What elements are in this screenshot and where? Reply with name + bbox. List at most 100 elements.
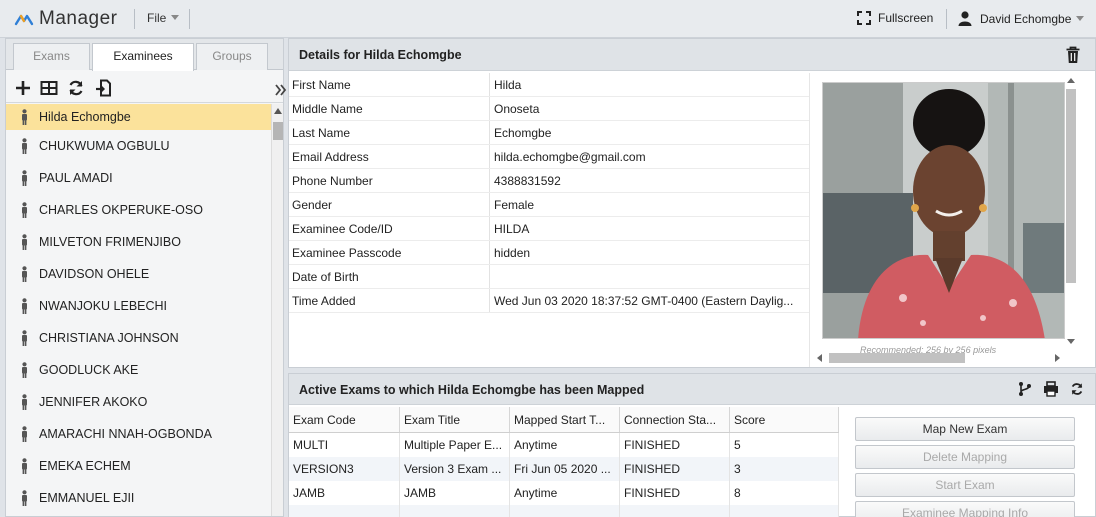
user-icon [958,11,972,26]
examinee-name: Hilda Echomgbe [39,110,131,124]
user-menu[interactable]: David Echomgbe [958,11,1085,26]
list-item[interactable]: PAUL AMADI [6,162,271,194]
scroll-down-icon[interactable] [1067,339,1075,344]
detail-row: Phone Number 4388831592 [289,169,809,193]
tab-bar: Exams Examinees Groups [6,39,283,71]
table-cell [289,505,400,517]
table-cell: FINISHED [620,481,730,505]
scroll-right-icon[interactable] [1055,354,1060,362]
chevron-down-icon [171,15,180,20]
branch-icon[interactable] [1017,381,1033,397]
details-title: Details for Hilda Echomgbe [299,48,462,62]
refresh-icon[interactable] [1069,381,1085,397]
app-title: Manager [39,8,118,29]
detail-label: Email Address [289,145,490,168]
examinee-name: AMARACHI NNAH-OGBONDA [39,427,212,441]
delete-mapping-button[interactable]: Delete Mapping [855,445,1075,469]
table-cell: Version 3 Exam ... [400,457,510,481]
add-icon[interactable] [13,78,33,98]
table-cell: JAMB [289,481,400,505]
examinees-panel: Exams Examinees Groups Hilda Echomgbe CHU… [5,38,287,517]
list-item[interactable]: NWANJOKU LEBECHI [6,290,271,322]
refresh-icon[interactable] [66,78,86,98]
scroll-left-icon[interactable] [817,354,822,362]
photo-area: Recommended: 256 by 256 pixels [809,73,1081,367]
active-exams-panel: Active Exams to which Hilda Echomgbe has… [288,373,1096,517]
table-cell [510,505,620,517]
list-item[interactable]: AMARACHI NNAH-OGBONDA [6,418,271,450]
table-cell: VERSION3 [289,457,400,481]
list-item[interactable]: DAVIDSON OHELE [6,258,271,290]
detail-value[interactable]: Onoseta [490,97,809,120]
detail-row: Examinee Passcode hidden [289,241,809,265]
column-header[interactable]: Mapped Start T... [510,407,620,432]
details-panel: Details for Hilda Echomgbe First Name Hil… [288,38,1096,368]
examinee-name: NWANJOKU LEBECHI [39,299,168,313]
print-icon[interactable] [1043,381,1059,397]
detail-row: Middle Name Onoseta [289,97,809,121]
tab-exams[interactable]: Exams [13,43,90,70]
column-header[interactable]: Exam Title [400,407,510,432]
tab-groups[interactable]: Groups [196,43,268,70]
table-cell: Fri Jun 05 2020 ... [510,457,620,481]
list-item[interactable]: JENNIFER AKOKO [6,386,271,418]
examinee-name: PAUL AMADI [39,171,113,185]
list-item[interactable]: CHRISTIANA JOHNSON [6,322,271,354]
detail-label: First Name [289,73,490,96]
list-item[interactable]: CHUKWUMA OGBULU [6,130,271,162]
detail-label: Examinee Passcode [289,241,490,264]
portrait-image [823,83,1064,338]
top-bar: Manager File Fullscreen David Echomgbe [0,0,1096,38]
exams-title: Active Exams to which Hilda Echomgbe has… [299,383,645,397]
detail-value[interactable] [490,265,809,288]
examinee-photo[interactable] [822,82,1065,339]
trash-icon[interactable] [1065,46,1081,64]
divider [189,9,190,29]
column-header[interactable]: Connection Sta... [620,407,730,432]
detail-value[interactable]: Hilda [490,73,809,96]
detail-value[interactable]: Female [490,193,809,216]
person-icon [22,266,27,282]
scroll-up-icon[interactable] [274,108,282,114]
column-header[interactable]: Score [730,407,839,432]
detail-row: Email Address hilda.echomgbe@gmail.com [289,145,809,169]
list-scrollbar[interactable] [271,104,283,516]
scroll-thumb[interactable] [829,353,965,363]
file-menu[interactable]: File [147,11,180,25]
tab-examinees[interactable]: Examinees [92,43,194,71]
detail-value[interactable]: HILDA [490,217,809,240]
start-exam-button[interactable]: Start Exam [855,473,1075,497]
table-row[interactable]: MULTI Multiple Paper E... Anytime FINISHED 5 [289,433,839,457]
detail-value[interactable]: 4388831592 [490,169,809,192]
person-icon [22,138,27,154]
scroll-thumb[interactable] [1066,89,1076,283]
photo-horizontal-scrollbar[interactable] [815,351,1065,365]
detail-value[interactable]: hidden [490,241,809,264]
examinee-mapping-info-button[interactable]: Examinee Mapping Info [855,501,1075,517]
photo-vertical-scrollbar[interactable] [1064,75,1078,347]
list-item[interactable]: EMEKA ECHEM [6,450,271,482]
fullscreen-button[interactable]: Fullscreen [857,11,933,25]
detail-value[interactable]: Wed Jun 03 2020 18:37:52 GMT-0400 (Easte… [490,289,809,312]
list-item[interactable]: GOODLUCK AKE [6,354,271,386]
table-row[interactable]: VERSION3 Version 3 Exam ... Fri Jun 05 202… [289,457,839,481]
column-header[interactable]: Exam Code [289,407,400,432]
scroll-up-icon[interactable] [1067,78,1075,83]
detail-value[interactable]: Echomgbe [490,121,809,144]
table-icon[interactable] [39,78,59,98]
examinee-name: GOODLUCK AKE [39,363,139,377]
detail-value[interactable]: hilda.echomgbe@gmail.com [490,145,809,168]
map-new-exam-button[interactable]: Map New Exam [855,417,1075,441]
table-cell: 3 [730,457,839,481]
list-item[interactable]: CHARLES OKPERUKE-OSO [6,194,271,226]
detail-label: Middle Name [289,97,490,120]
chevron-down-icon [1076,16,1085,21]
table-row[interactable]: JAMB JAMB Anytime FINISHED 8 [289,481,839,505]
details-fields: First Name Hilda Middle Name Onoseta Last Na… [289,73,809,313]
fullscreen-label: Fullscreen [878,11,934,25]
list-item[interactable]: EMMANUEL EJII [6,482,271,514]
list-item[interactable]: MILVETON FRIMENJIBO [6,226,271,258]
list-item[interactable]: Hilda Echomgbe [6,104,271,130]
import-icon[interactable] [93,78,113,98]
scroll-thumb[interactable] [273,122,283,140]
